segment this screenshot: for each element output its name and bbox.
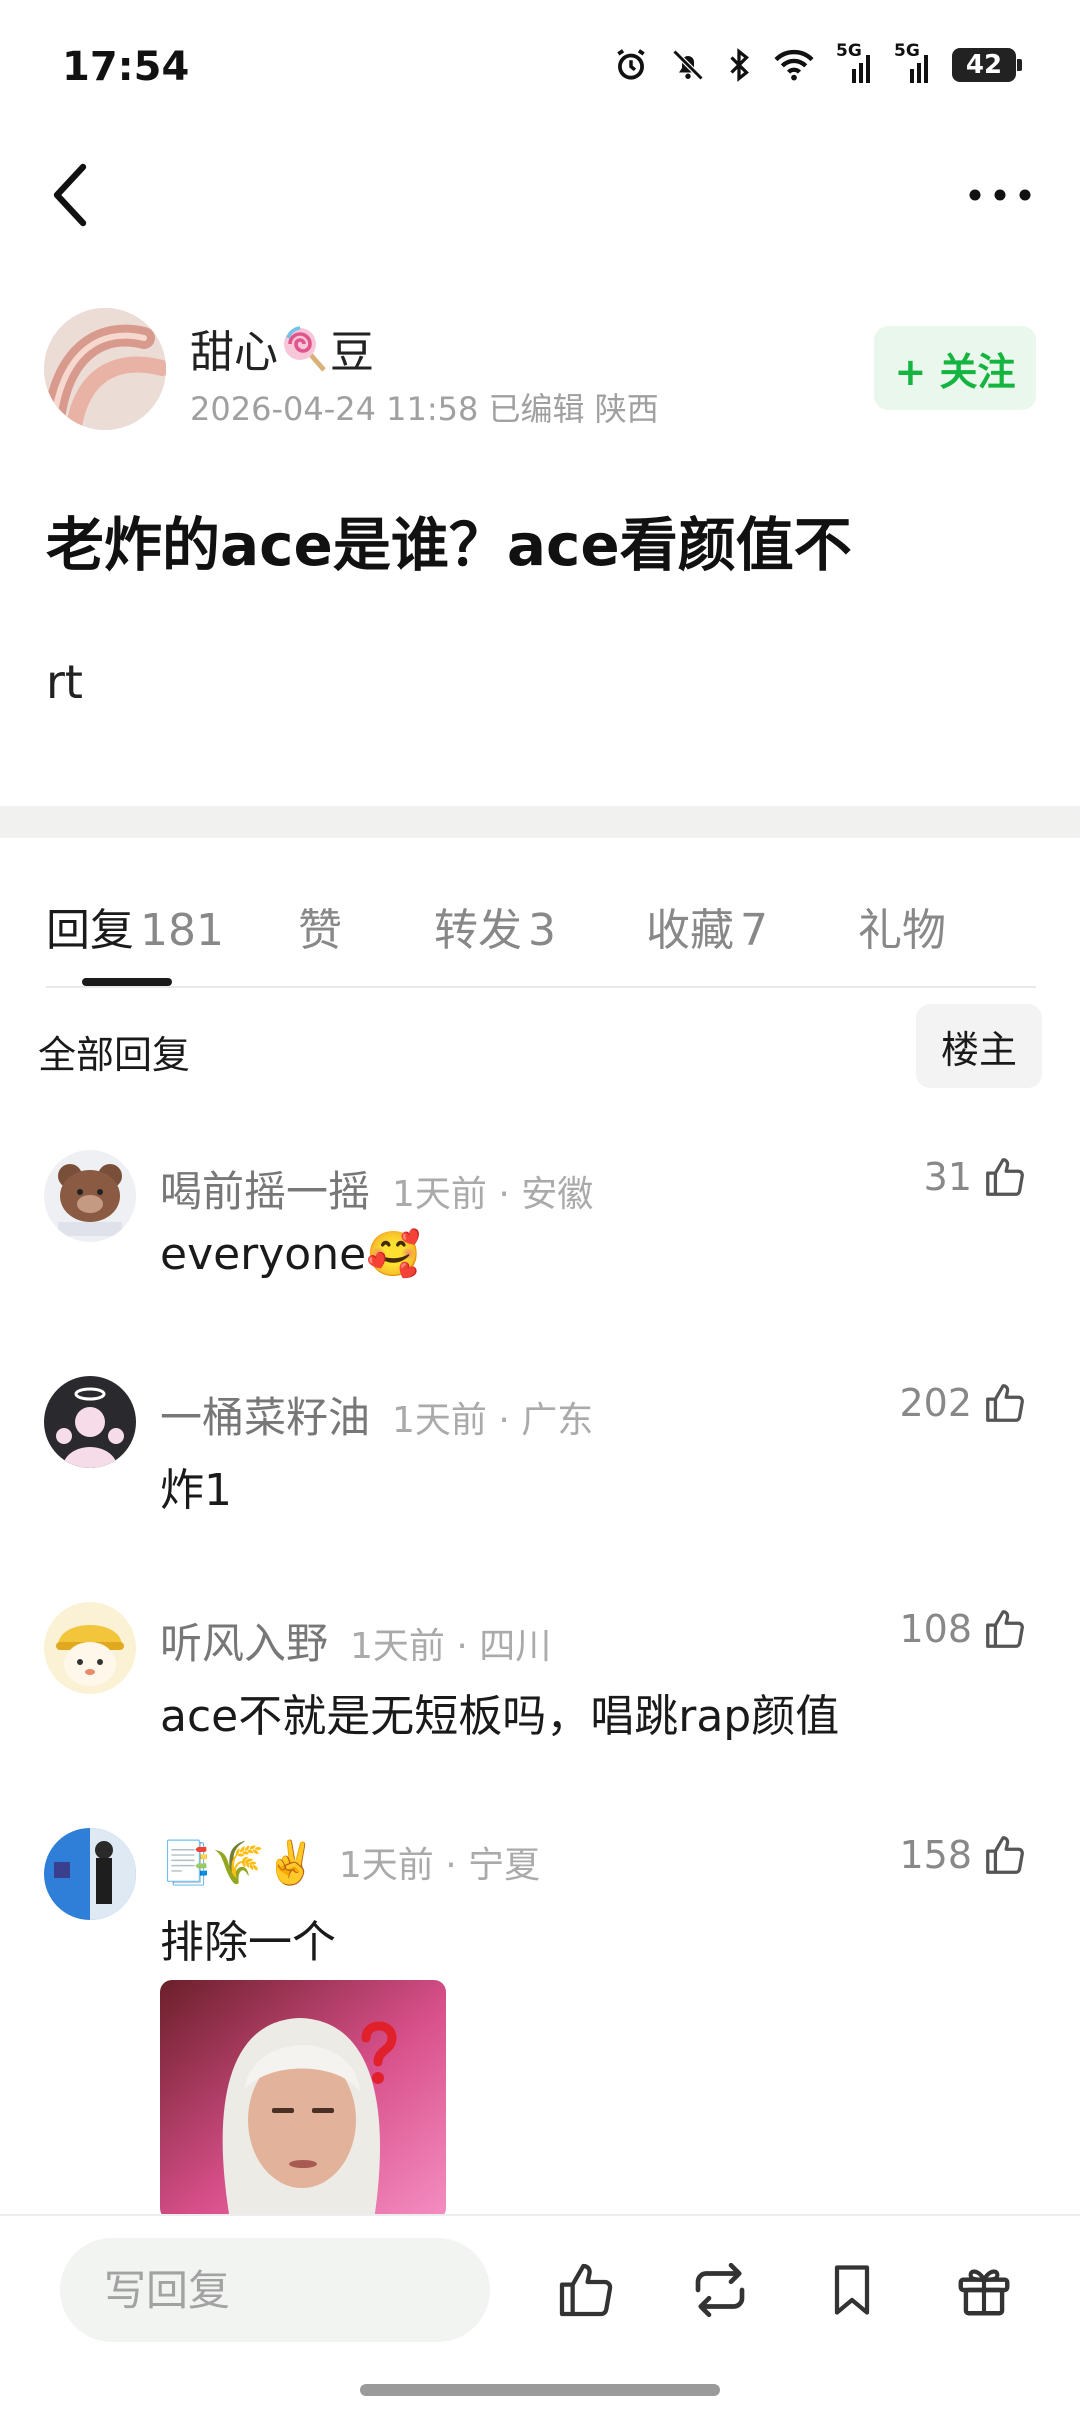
thumbs-up-icon (986, 1158, 1024, 1196)
comment-avatar[interactable] (44, 1150, 136, 1242)
like-count: 158 (899, 1833, 972, 1877)
bluetooth-icon (730, 48, 749, 82)
author-avatar[interactable] (44, 308, 166, 430)
comment-image[interactable] (160, 1980, 446, 2220)
network-label: 5G (894, 41, 920, 61)
thumbs-up-icon (986, 1384, 1024, 1422)
comment-like-button[interactable]: 202 (899, 1380, 1028, 1426)
gift-icon (958, 2269, 1010, 2316)
tab-label: 收藏 (646, 905, 734, 956)
thumbs-up-icon (986, 1836, 1024, 1874)
like-post-button[interactable] (548, 2252, 624, 2328)
comment-text: 炸1 (160, 1465, 232, 1516)
reply-input[interactable] (60, 2238, 490, 2342)
reply-filter: 全部回复 楼主 (0, 1004, 1080, 1094)
network-label: 5G (836, 41, 862, 61)
comment-author[interactable]: 喝前摇一摇 (160, 1158, 370, 1219)
comment-avatar[interactable] (44, 1602, 136, 1694)
author-name-prefix: 甜心 (190, 327, 278, 378)
all-replies-label[interactable]: 全部回复 (38, 1024, 190, 1079)
comment-avatar[interactable] (44, 1828, 136, 1920)
comment-meta: 1天前 · 安徽 (392, 1174, 594, 1215)
tab-count: 181 (140, 905, 224, 956)
home-indicator[interactable] (360, 2384, 720, 2396)
comment-header: 一桶菜籽油 1天前 · 广东 (160, 1384, 593, 1445)
comment-author[interactable]: 一桶菜籽油 (160, 1384, 370, 1445)
tab-active-indicator (82, 978, 172, 986)
more-horizontal-icon (969, 189, 1031, 201)
tab-reposts[interactable]: 转发 3 (434, 894, 556, 958)
comment-like-button[interactable]: 158 (899, 1832, 1028, 1878)
tab-count: 3 (528, 905, 556, 956)
bottom-action-bar (0, 2214, 1080, 2412)
comment-avatar[interactable] (44, 1376, 136, 1468)
bookmark-button[interactable] (814, 2252, 890, 2328)
tab-label: 回复 (46, 905, 134, 956)
thumbs-up-icon (986, 1610, 1024, 1648)
post-body: rt (46, 655, 83, 709)
tab-count: 7 (740, 905, 768, 956)
chevron-left-icon (53, 163, 87, 227)
comment-header: 喝前摇一摇 1天前 · 安徽 (160, 1158, 593, 1219)
post-tabs: 回复 181 赞 转发 3 收藏 7 礼物 (46, 880, 1036, 988)
tab-likes[interactable]: 赞 (298, 894, 342, 958)
comment-like-button[interactable]: 108 (899, 1606, 1028, 1652)
tab-label: 礼物 (858, 905, 946, 956)
status-icons: 5G 5G 42 (612, 41, 1022, 84)
wifi-icon (774, 49, 814, 81)
comment-meta: 1天前 · 宁夏 (338, 1845, 541, 1886)
repost-button[interactable] (682, 2252, 758, 2328)
author-name-suffix: 豆 (330, 327, 374, 378)
comment-author[interactable]: 📑🌾✌️ (160, 1838, 317, 1888)
post-meta: 2026-04-24 11:58 已编辑 陕西 (190, 390, 659, 428)
follow-button[interactable]: + 关注 (874, 326, 1036, 410)
tab-gifts[interactable]: 礼物 (858, 894, 946, 958)
comment-author[interactable]: 听风入野 (160, 1610, 328, 1671)
like-count: 31 (923, 1155, 972, 1199)
lollipop-icon (284, 326, 326, 372)
gift-button[interactable] (946, 2252, 1022, 2328)
nav-bar (0, 140, 1080, 250)
bookmark-icon (834, 2265, 870, 2315)
tab-label: 转发 (434, 905, 522, 956)
comment-meta: 1天前 · 广东 (392, 1400, 594, 1441)
like-count: 202 (899, 1381, 972, 1425)
owner-only-button[interactable]: 楼主 (916, 1004, 1042, 1088)
comment-meta: 1天前 · 四川 (350, 1626, 552, 1667)
comment-text: ace不就是无短板吗，唱跳rap颜值 (160, 1691, 840, 1742)
more-button[interactable] (960, 160, 1040, 230)
section-divider (0, 806, 1080, 838)
post-title: 老炸的ace是谁？ace看颜值不 (46, 511, 852, 579)
battery-icon: 42 (952, 48, 1022, 82)
alarm-icon (617, 49, 645, 80)
comment-header: 📑🌾✌️ 1天前 · 宁夏 (160, 1836, 540, 1888)
tab-favorites[interactable]: 收藏 7 (646, 894, 768, 958)
status-bar: 17:54 5G 5G 42 (0, 0, 1080, 140)
comment-header: 听风入野 1天前 · 四川 (160, 1610, 551, 1671)
tab-replies[interactable]: 回复 181 (46, 894, 224, 958)
thumbs-up-icon (559, 2263, 613, 2317)
comment-text: 排除一个 (160, 1917, 336, 1968)
signal-icon: 5G (894, 41, 932, 83)
tab-label: 赞 (298, 905, 342, 956)
comment-like-button[interactable]: 31 (924, 1154, 1028, 1200)
like-count: 108 (899, 1607, 972, 1651)
signal-icon: 5G (836, 41, 874, 83)
comment-text: everyone🥰 (160, 1229, 421, 1280)
post-author: 甜心 豆 2026-04-24 11:58 已编辑 陕西 + 关注 (44, 306, 1044, 436)
mute-bell-icon (672, 49, 704, 81)
back-button[interactable] (36, 160, 106, 230)
repost-icon (695, 2262, 745, 2318)
status-time: 17:54 (62, 44, 190, 90)
author-name[interactable]: 甜心 豆 (190, 316, 374, 380)
